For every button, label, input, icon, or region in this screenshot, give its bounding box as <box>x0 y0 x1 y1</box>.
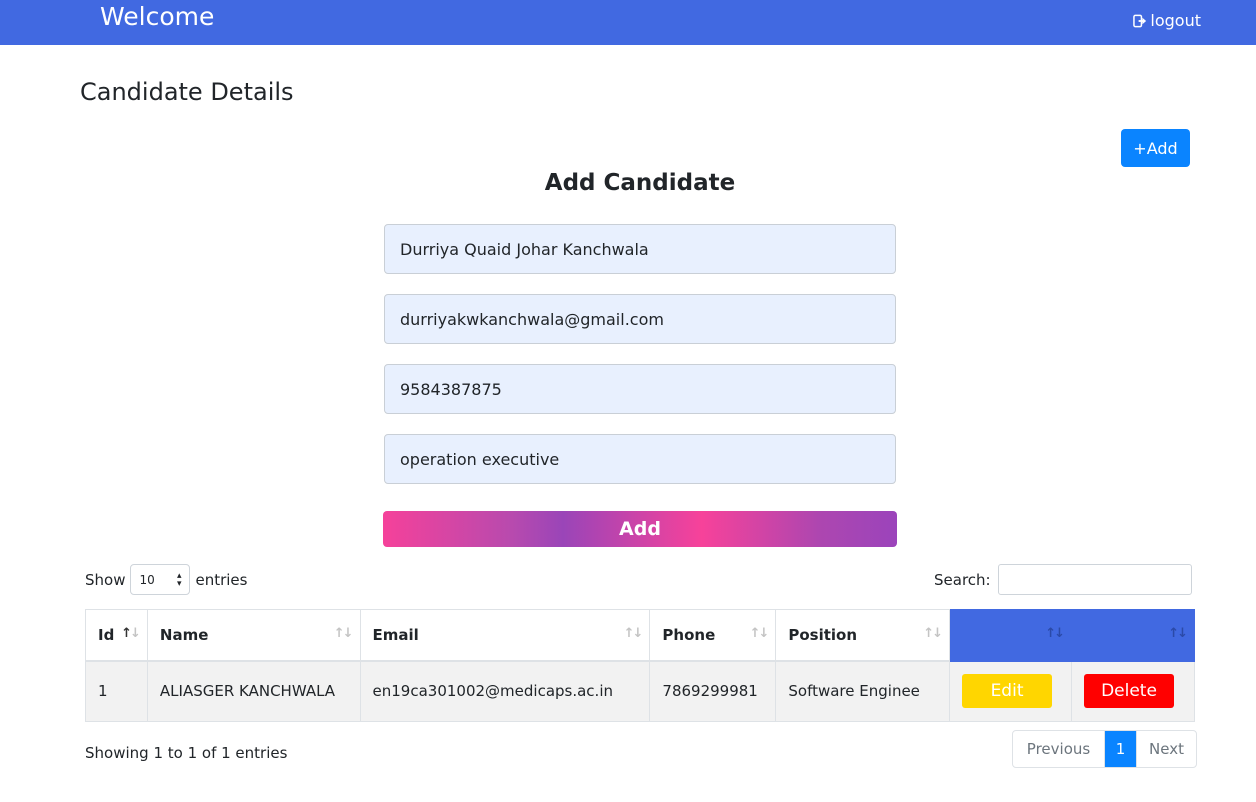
name-field[interactable] <box>384 224 896 274</box>
position-field[interactable] <box>384 434 896 484</box>
column-header-delete[interactable]: ↑↓ <box>1071 609 1195 662</box>
entries-length-control: Show 10 ▴ ▾ entries <box>85 564 247 595</box>
cell-edit: Edit <box>949 660 1072 722</box>
cell-name: ALIASGER KANCHWALA <box>146 660 361 722</box>
cell-position: Software Enginee <box>775 660 951 722</box>
sort-icon: ↑↓ <box>923 626 943 641</box>
top-navbar: Welcome logout <box>0 0 1256 45</box>
candidates-table: Id ↑↓ Name ↑↓ Email ↑↓ Phone ↑↓ Position ↑↓ ↑… <box>85 609 1195 722</box>
phone-field[interactable] <box>384 364 896 414</box>
entries-select-value: 10 <box>139 572 155 587</box>
form-title: Add Candidate <box>544 170 736 196</box>
sign-out-icon <box>1133 14 1147 27</box>
cell-phone: 7869299981 <box>649 660 777 722</box>
entries-label: entries <box>195 570 248 589</box>
add-candidate-toggle-button[interactable]: +Add <box>1121 129 1190 167</box>
sort-icon: ↑↓ <box>1168 626 1188 641</box>
select-caret-icon: ▴ ▾ <box>176 570 182 589</box>
pagination-previous[interactable]: Previous <box>1013 731 1105 767</box>
table-info: Showing 1 to 1 of 1 entries <box>85 744 288 762</box>
table-header-row: Id ↑↓ Name ↑↓ Email ↑↓ Phone ↑↓ Position ↑↓ ↑… <box>85 609 1195 662</box>
column-header-edit[interactable]: ↑↓ <box>949 609 1072 662</box>
sort-icon: ↑↓ <box>121 626 141 641</box>
sort-icon: ↑↓ <box>749 626 770 641</box>
submit-add-button[interactable]: Add <box>383 511 897 547</box>
table-search: Search: <box>934 564 1192 595</box>
pagination-page-1[interactable]: 1 <box>1105 731 1136 767</box>
cell-delete: Delete <box>1071 660 1195 722</box>
cell-id: 1 <box>85 660 148 722</box>
logout-label: logout <box>1150 11 1201 30</box>
delete-button[interactable]: Delete <box>1084 674 1174 709</box>
column-header-name[interactable]: Name ↑↓ <box>146 609 361 662</box>
column-header-id[interactable]: Id ↑↓ <box>85 609 148 662</box>
search-input[interactable] <box>997 564 1192 595</box>
sort-icon: ↑↓ <box>333 626 354 641</box>
entries-select[interactable]: 10 ▴ ▾ <box>130 564 191 595</box>
sort-icon: ↑↓ <box>623 626 644 641</box>
show-label: Show <box>85 570 126 589</box>
column-header-phone[interactable]: Phone ↑↓ <box>649 609 777 662</box>
brand-title: Welcome <box>100 2 215 31</box>
page-title: Candidate Details <box>80 78 294 106</box>
column-header-position[interactable]: Position ↑↓ <box>775 609 951 662</box>
column-header-email[interactable]: Email ↑↓ <box>359 609 651 662</box>
edit-button[interactable]: Edit <box>962 674 1053 709</box>
logout-link[interactable]: logout <box>1133 11 1201 30</box>
sort-icon: ↑↓ <box>1045 626 1065 641</box>
pagination: Previous 1 Next <box>1012 730 1197 768</box>
pagination-next[interactable]: Next <box>1136 731 1196 767</box>
search-label: Search: <box>934 570 991 589</box>
email-field[interactable] <box>384 294 896 344</box>
cell-email: en19ca301002@medicaps.ac.in <box>359 660 651 722</box>
table-row: 1 ALIASGER KANCHWALA en19ca301002@medica… <box>85 660 1195 722</box>
